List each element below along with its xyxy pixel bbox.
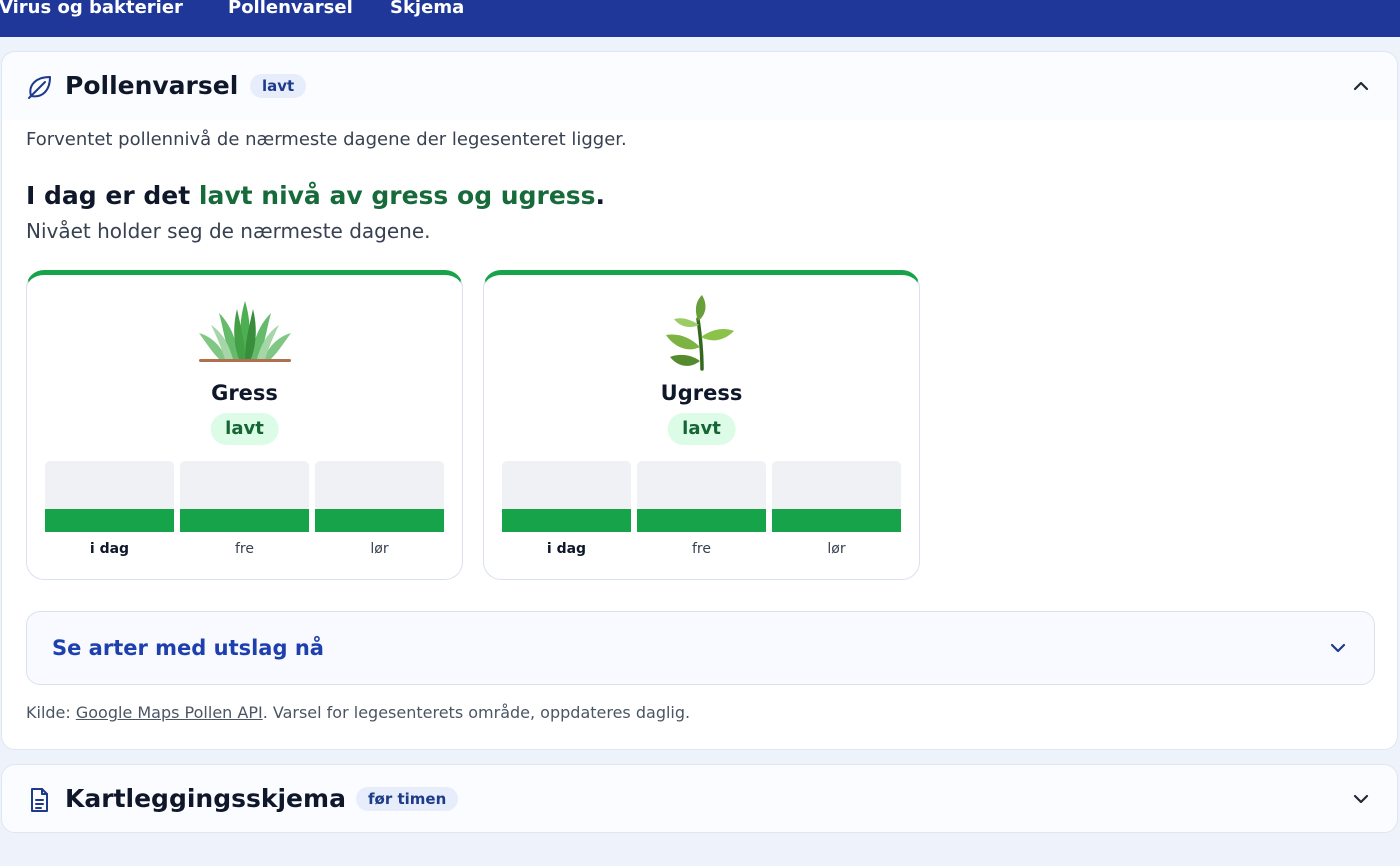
plant-name: Gress xyxy=(211,381,278,405)
day-label: lør xyxy=(827,541,846,557)
chevron-down-icon xyxy=(1330,643,1346,653)
seedling-icon xyxy=(666,295,734,371)
nav-item-virus-og-bakterier[interactable]: Virus og bakterier xyxy=(0,0,183,19)
forecast-bar-fill xyxy=(637,508,766,532)
survey-card-header[interactable]: Kartleggingsskjema før timen xyxy=(2,765,1397,832)
nav-item-skjema[interactable]: Skjema xyxy=(390,0,464,19)
day-label: fre xyxy=(692,541,711,557)
forecast-bars xyxy=(502,461,902,532)
pollen-level-badge: lavt xyxy=(250,74,307,98)
forecast-bar xyxy=(315,461,444,532)
plant-level-badge: lavt xyxy=(667,413,736,445)
source-prefix: Kilde: xyxy=(26,703,76,722)
day-label: i dag xyxy=(89,541,130,557)
pollen-card: Pollenvarsel lavt Forventet pollennivå d… xyxy=(1,51,1398,750)
chevron-down-icon[interactable] xyxy=(1351,789,1371,809)
source-link[interactable]: Google Maps Pollen API xyxy=(76,703,263,722)
source-text: Kilde: Google Maps Pollen API. Varsel fo… xyxy=(26,702,690,724)
forecast-bar-fill xyxy=(772,508,901,532)
plant-level-badge: lavt xyxy=(210,413,279,445)
day-label: fre xyxy=(235,541,254,557)
pollen-intro-text: Forventet pollennivå de nærmeste dagene … xyxy=(26,129,627,150)
forecast-bars xyxy=(45,461,445,532)
document-icon xyxy=(31,788,48,812)
headline-suffix: . xyxy=(595,181,606,210)
forecast-bar-fill xyxy=(315,508,444,532)
pollen-headline: I dag er det lavt nivå av gress og ugres… xyxy=(26,180,605,212)
survey-badge: før timen xyxy=(356,787,459,811)
forecast-bar xyxy=(45,461,174,532)
forecast-bar xyxy=(502,461,631,532)
species-toggle[interactable]: Se arter med utslag nå xyxy=(26,611,1375,685)
source-suffix: . Varsel for legesenterets område, oppda… xyxy=(262,703,691,722)
pollen-card-title: Pollenvarsel xyxy=(65,71,239,100)
species-toggle-label: Se arter med utslag nå xyxy=(52,636,324,660)
forecast-bar-fill xyxy=(45,508,174,532)
plant-card-ugress: Ugress lavt i dag fre lør xyxy=(483,270,920,580)
headline-prefix: I dag er det xyxy=(26,181,199,210)
day-label: i dag xyxy=(546,541,587,557)
forecast-bar-fill xyxy=(180,508,309,532)
forecast-bar xyxy=(637,461,766,532)
pollen-card-header[interactable]: Pollenvarsel lavt xyxy=(2,52,1397,120)
day-label: lør xyxy=(370,541,389,557)
survey-card: Kartleggingsskjema før timen xyxy=(1,764,1398,833)
chevron-up-icon[interactable] xyxy=(1351,76,1371,96)
nav-item-pollenvarsel[interactable]: Pollenvarsel xyxy=(228,0,353,19)
forecast-bar xyxy=(180,461,309,532)
headline-highlight: lavt nivå av gress og ugress xyxy=(198,181,596,210)
top-navigation: Virus og bakterier Pollenvarsel Skjema xyxy=(0,0,1400,37)
leaf-icon xyxy=(28,76,51,99)
survey-card-title: Kartleggingsskjema xyxy=(65,784,346,813)
plant-name: Ugress xyxy=(660,381,743,405)
forecast-bar xyxy=(772,461,901,532)
grass-icon xyxy=(199,301,291,362)
pollen-subline: Nivået holder seg de nærmeste dagene. xyxy=(26,219,431,243)
forecast-bar-fill xyxy=(502,508,631,532)
plant-card-gress: Gress lavt i dag fre lør xyxy=(26,270,463,580)
